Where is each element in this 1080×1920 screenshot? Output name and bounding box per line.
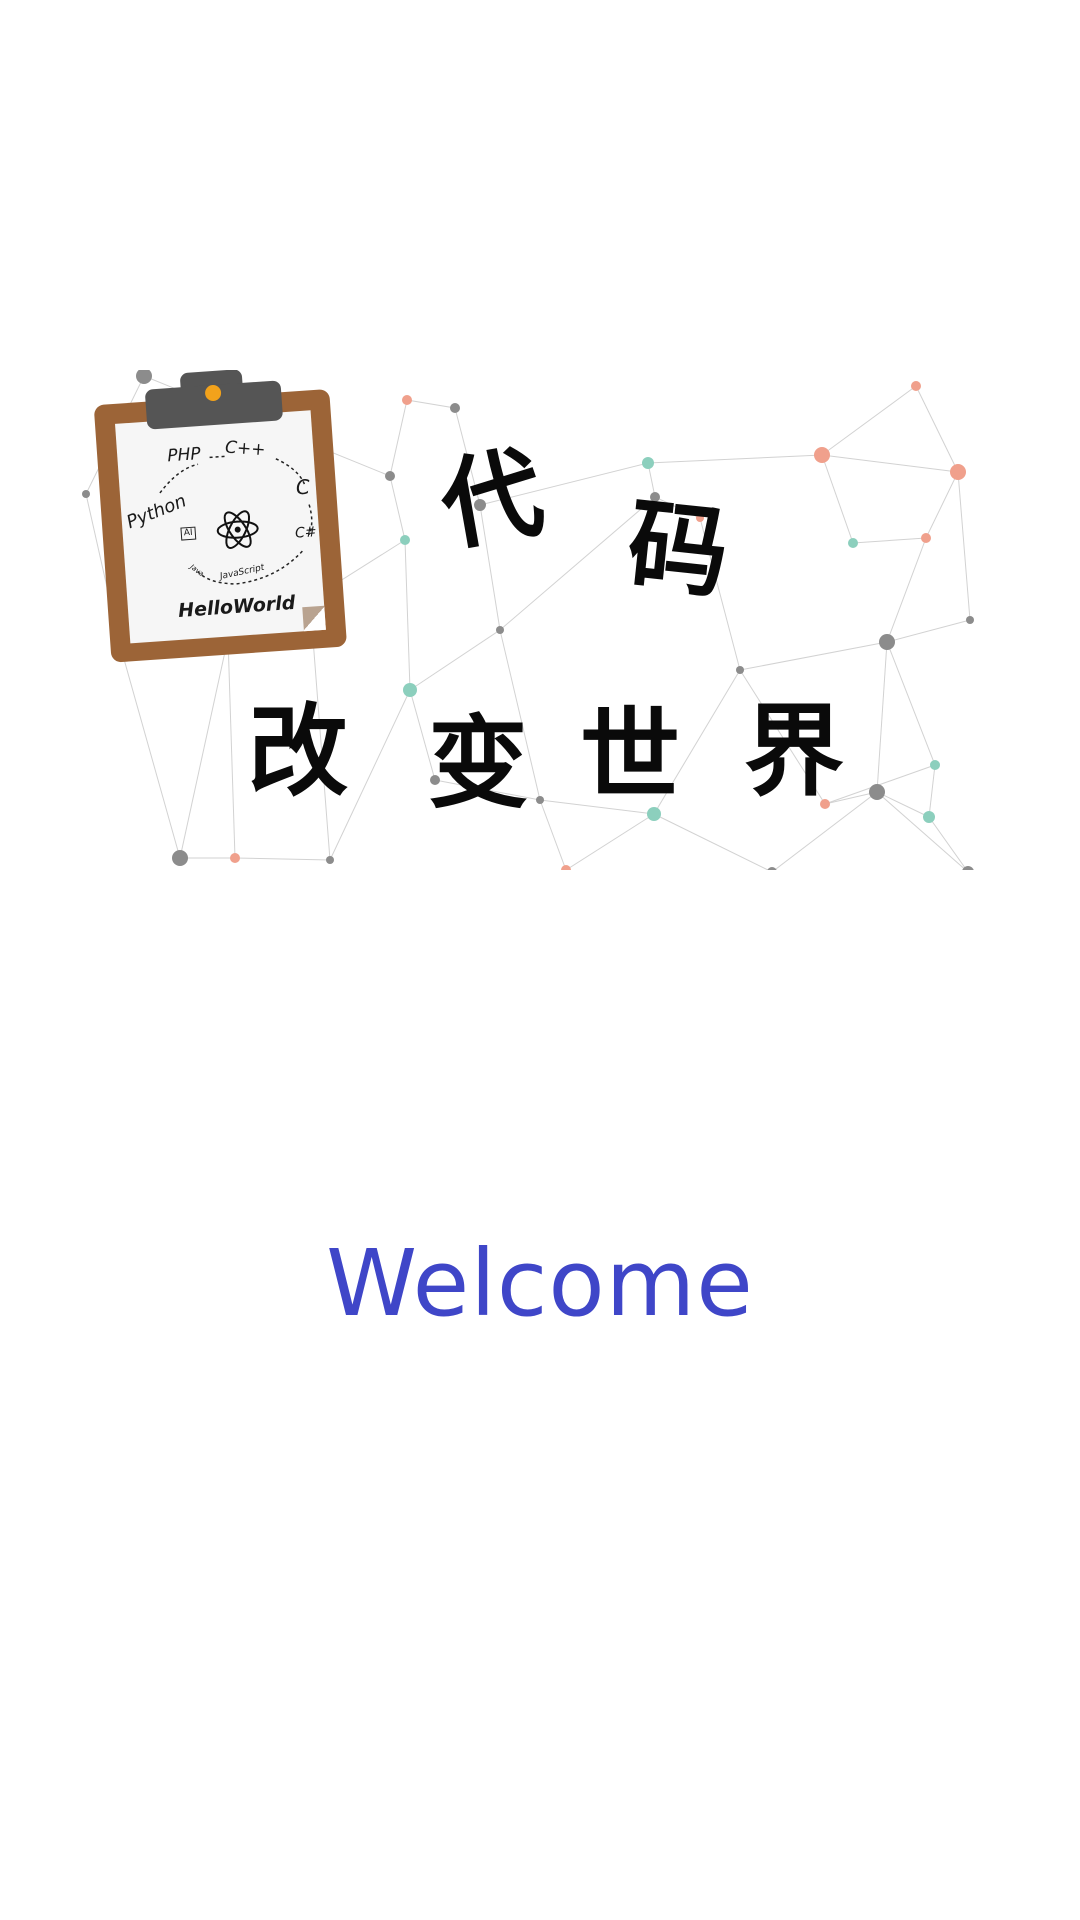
network-node bbox=[536, 796, 544, 804]
network-edge bbox=[389, 475, 406, 541]
network-node bbox=[326, 856, 334, 864]
network-node bbox=[767, 867, 777, 870]
network-edge bbox=[925, 471, 959, 539]
network-edge bbox=[653, 813, 770, 870]
clipboard-illustration: Python PHP C++ C C# JavaScript Java AI H… bbox=[92, 370, 372, 679]
title-char-dai: 代 bbox=[432, 433, 552, 566]
network-node bbox=[385, 471, 395, 481]
network-edge bbox=[928, 764, 936, 818]
network-edge bbox=[406, 399, 456, 409]
atom-icon bbox=[216, 510, 259, 549]
network-edge bbox=[234, 857, 331, 861]
network-edge bbox=[404, 539, 411, 691]
network-edge bbox=[852, 537, 927, 544]
title-char-gai: 改 bbox=[248, 693, 348, 810]
network-edge bbox=[886, 619, 971, 643]
network-node bbox=[814, 447, 830, 463]
lang-cpp: C++ bbox=[224, 437, 267, 461]
network-node bbox=[869, 784, 885, 800]
network-node bbox=[642, 457, 654, 469]
network-node bbox=[402, 395, 412, 405]
network-node bbox=[879, 634, 895, 650]
network-node bbox=[930, 760, 940, 770]
title-char-shi: 世 bbox=[580, 697, 680, 814]
lang-c: C bbox=[295, 474, 311, 500]
network-node bbox=[172, 850, 188, 866]
network-node bbox=[921, 533, 931, 543]
network-node bbox=[450, 403, 460, 413]
network-node bbox=[950, 464, 966, 480]
network-edge bbox=[647, 454, 823, 464]
lang-php: PHP bbox=[166, 444, 202, 467]
network-edge bbox=[389, 399, 408, 477]
network-node bbox=[496, 626, 504, 634]
network-edge bbox=[915, 385, 959, 473]
network-node bbox=[230, 853, 240, 863]
network-node bbox=[848, 538, 858, 548]
network-edge bbox=[876, 791, 967, 870]
network-edge bbox=[821, 385, 917, 456]
network-node bbox=[911, 381, 921, 391]
network-node bbox=[966, 616, 974, 624]
network-edge bbox=[821, 454, 854, 544]
network-edge bbox=[227, 637, 236, 859]
network-node bbox=[82, 490, 90, 498]
network-edge bbox=[409, 629, 501, 691]
lang-csharp: C# bbox=[294, 524, 318, 542]
network-node bbox=[403, 683, 417, 697]
network-edge bbox=[821, 454, 959, 473]
title-char-ma: 码 bbox=[622, 486, 734, 613]
network-node bbox=[736, 666, 744, 674]
network-edge bbox=[539, 799, 567, 870]
lang-ai-badge: AI bbox=[180, 526, 197, 541]
network-edge bbox=[739, 641, 888, 671]
network-edge bbox=[957, 471, 971, 621]
network-node bbox=[561, 865, 571, 870]
network-edge bbox=[876, 791, 930, 818]
network-edge bbox=[876, 641, 888, 793]
network-node bbox=[923, 811, 935, 823]
splash-banner: Python PHP C++ C C# JavaScript Java AI H… bbox=[80, 370, 982, 870]
network-edge bbox=[886, 537, 927, 643]
title-char-bian: 变 bbox=[428, 705, 528, 822]
network-edge bbox=[565, 813, 655, 870]
network-edge bbox=[886, 641, 936, 766]
network-node bbox=[400, 535, 410, 545]
welcome-text: Welcome bbox=[326, 1230, 754, 1337]
title-char-jie: 界 bbox=[744, 693, 844, 810]
